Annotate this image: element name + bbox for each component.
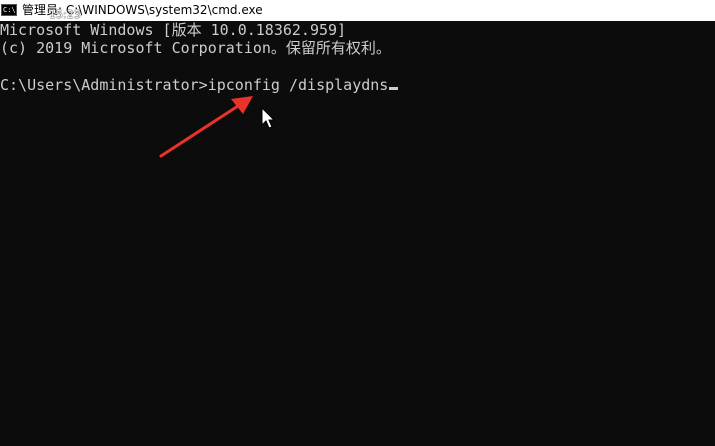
annotation-overlay xyxy=(159,96,276,158)
cmd-window: C:\ 管理员: C:\WINDOWS\system32\cmd.exe 15:… xyxy=(0,0,715,446)
mouse-pointer-icon xyxy=(261,106,276,129)
red-arrow-icon xyxy=(159,96,253,158)
